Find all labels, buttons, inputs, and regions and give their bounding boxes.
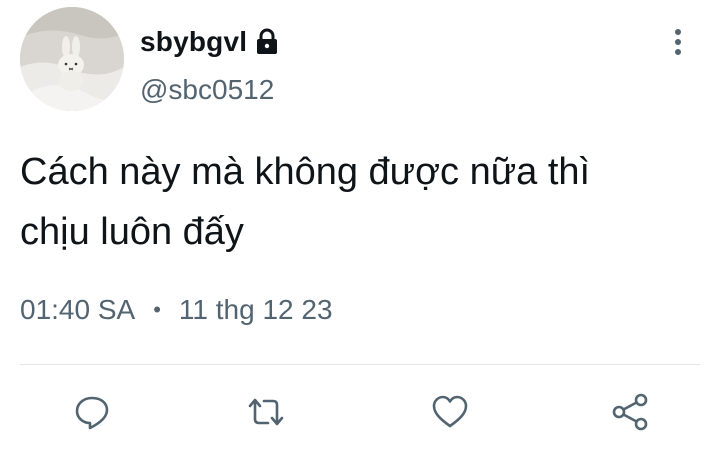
like-button[interactable]: [430, 392, 470, 432]
meta-separator: •: [153, 297, 161, 322]
heart-icon: [432, 395, 468, 428]
user-handle[interactable]: @sbc0512: [140, 74, 274, 106]
more-options-button[interactable]: [662, 22, 694, 62]
more-vertical-icon: [675, 29, 681, 55]
reply-button[interactable]: [72, 392, 112, 432]
avatar[interactable]: [20, 7, 124, 111]
retweet-button[interactable]: [246, 392, 286, 432]
reply-icon: [75, 396, 109, 430]
tweet-meta: 01:40 SA • 11 thg 12 23: [20, 290, 333, 330]
tweet-text-line: chịu luôn đấy: [20, 211, 244, 253]
share-icon: [612, 393, 648, 431]
tweet-text: Cách này mà không được nữa thì chịu luôn…: [20, 142, 700, 262]
retweet-icon: [248, 398, 284, 426]
author-name-row: sbybgvl: [140, 22, 279, 62]
plush-bunny-avatar-image: [20, 7, 124, 111]
divider: [20, 364, 700, 365]
tweet-time[interactable]: 01:40 SA: [20, 294, 135, 326]
tweet: sbybgvl @sbc0512 Cách này mà không được …: [0, 0, 720, 453]
share-button[interactable]: [610, 392, 650, 432]
tweet-date[interactable]: 11 thg 12 23: [179, 294, 333, 326]
tweet-text-line: Cách này mà không được nữa thì: [20, 151, 591, 193]
display-name[interactable]: sbybgvl: [140, 26, 247, 58]
lock-icon: [255, 28, 279, 56]
